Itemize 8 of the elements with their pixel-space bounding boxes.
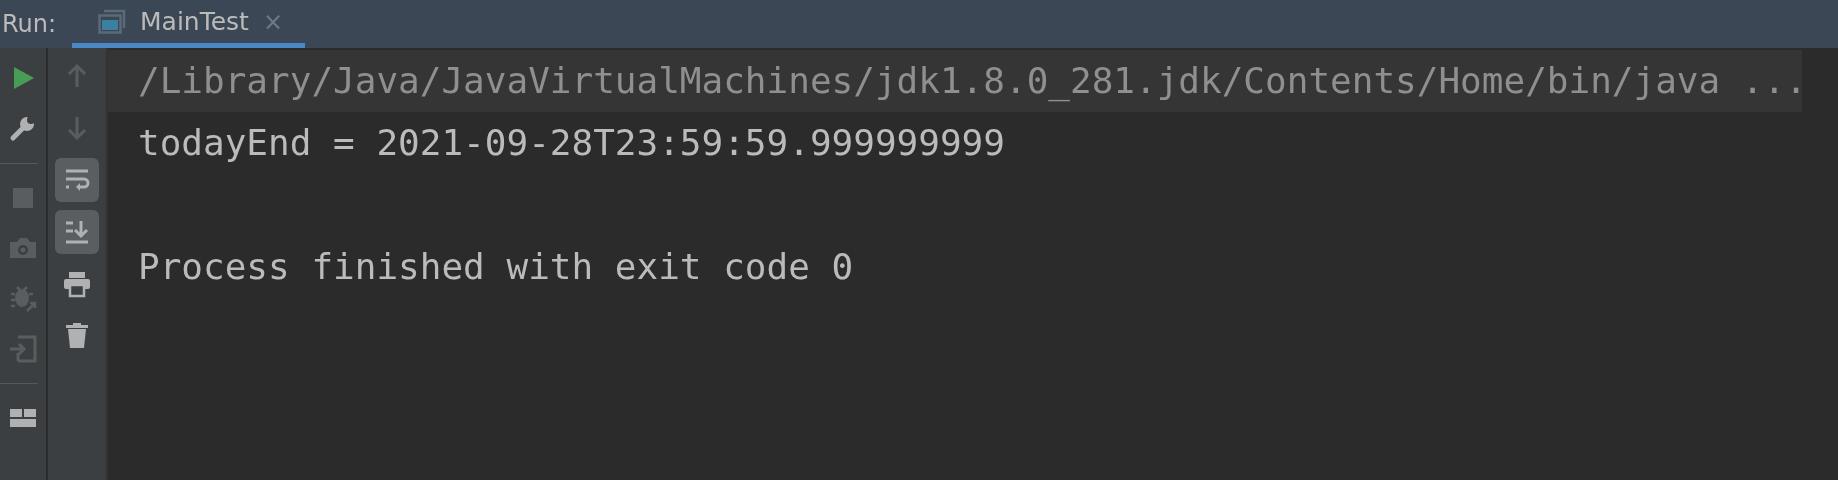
console-output: todayEnd = 2021-09-28T23:59:59.999999999 — [138, 121, 1005, 165]
console-output: Process finished with exit code 0 — [138, 245, 854, 289]
window-icon — [98, 8, 126, 35]
scroll-to-end-toggle[interactable] — [55, 210, 99, 254]
print-icon[interactable] — [62, 269, 92, 299]
run-label: Run: — [1, 9, 58, 40]
command-line: /Library/Java/JavaVirtualMachines/jdk1.8.0_281.jdk/Contents/Home/bin/java ... — [138, 59, 1807, 104]
soft-wrap-toggle[interactable] — [55, 158, 99, 202]
